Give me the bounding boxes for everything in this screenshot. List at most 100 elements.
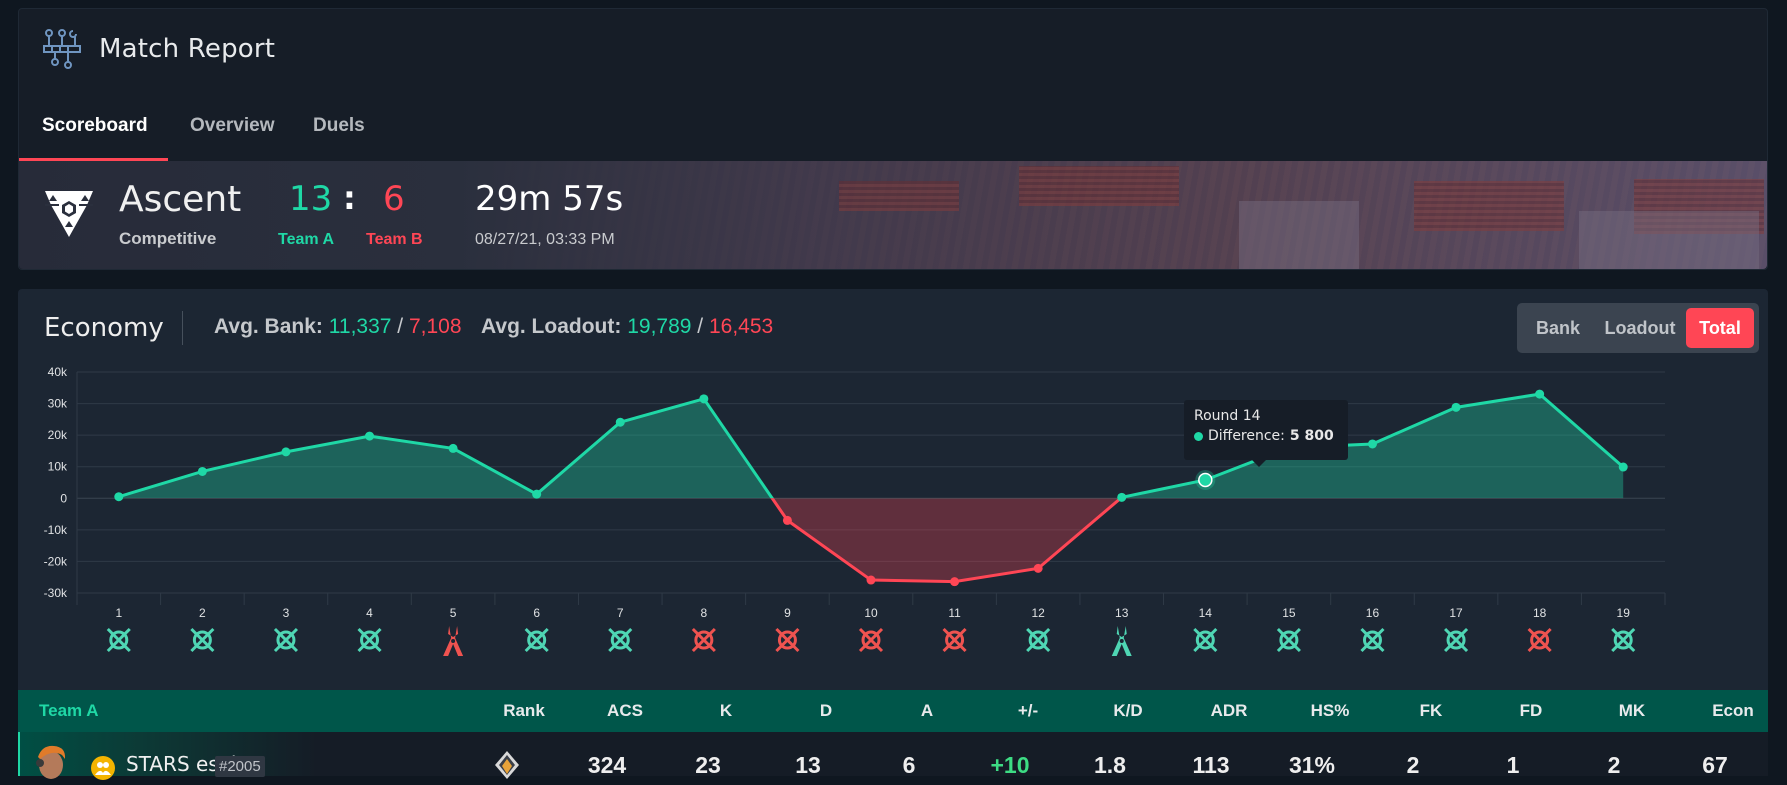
y-tick-label: 0	[60, 491, 67, 505]
data-point	[866, 575, 876, 585]
elimination-icon	[1193, 627, 1218, 653]
col-econ[interactable]: Econ	[1693, 701, 1773, 721]
data-point	[1033, 563, 1043, 573]
data-point	[448, 443, 458, 453]
x-tick-label: 10	[864, 606, 878, 620]
x-tick-label: 13	[1115, 606, 1129, 620]
col-acs[interactable]: ACS	[585, 701, 665, 721]
col-kills[interactable]: K	[686, 701, 766, 721]
col-kd[interactable]: K/D	[1088, 701, 1168, 721]
elimination-icon	[190, 627, 215, 653]
x-tick-label: 14	[1199, 606, 1213, 620]
data-point	[1198, 472, 1213, 488]
cell-deaths: 13	[795, 752, 821, 778]
elimination-icon	[1026, 627, 1051, 653]
col-plus-minus[interactable]: +/-	[988, 701, 1068, 721]
elimination-icon	[1443, 627, 1469, 653]
data-point	[365, 431, 375, 441]
elimination-icon	[775, 627, 800, 653]
elimination-icon	[273, 627, 299, 653]
cell-adr: 113	[1192, 752, 1230, 778]
data-point	[114, 492, 124, 502]
elimination-icon	[608, 627, 633, 653]
x-tick-label: 4	[366, 606, 373, 620]
col-assists[interactable]: A	[887, 701, 967, 721]
col-rank[interactable]: Rank	[484, 701, 564, 721]
tooltip-value: 5 800	[1289, 428, 1334, 444]
y-tick-label: -20k	[44, 554, 68, 568]
tooltip-title: Round 14	[1194, 408, 1261, 424]
tooltip-row: Difference: 5 800	[1194, 428, 1338, 444]
cell-fk: 2	[1406, 752, 1420, 778]
data-point	[281, 447, 291, 457]
scoreboard-header: Team A Rank ACS K D A +/- K/D ADR HS% FK…	[18, 690, 1768, 732]
x-tick-label: 19	[1617, 606, 1631, 620]
elimination-icon	[357, 627, 382, 653]
team-label: Team A	[39, 701, 99, 720]
x-tick-label: 18	[1533, 606, 1547, 620]
cell-kd: 1.8	[1094, 752, 1126, 778]
economy-chart: 40k30k20k10k0-10k-20k-30k 1 2 3 4 5 6 7 8 9 10 11 1…	[44, 365, 1666, 656]
col-hs[interactable]: HS%	[1290, 701, 1370, 721]
y-tick-label: 20k	[48, 428, 68, 442]
player-tag: #2005	[215, 756, 265, 777]
defuse-icon	[1111, 626, 1132, 656]
cell-plus-minus: +10	[990, 752, 1030, 778]
col-deaths[interactable]: D	[786, 701, 866, 721]
x-tick-label: 17	[1449, 606, 1463, 620]
data-point	[1535, 389, 1545, 399]
elimination-icon	[1611, 627, 1636, 653]
col-adr[interactable]: ADR	[1189, 701, 1269, 721]
x-tick-label: 8	[700, 606, 707, 620]
tooltip-label: Difference:	[1208, 428, 1285, 444]
icon-pivot	[1119, 639, 1124, 643]
cell-hs: 31%	[1288, 752, 1336, 778]
cell-mk: 2	[1607, 752, 1621, 778]
x-tick-label: 6	[533, 606, 540, 620]
col-fk[interactable]: FK	[1391, 701, 1471, 721]
defuse-icon	[443, 626, 464, 656]
elimination-icon	[1276, 627, 1301, 653]
x-tick-label: 3	[283, 606, 290, 620]
cell-acs: 324	[587, 752, 627, 778]
y-tick-label: 10k	[48, 460, 68, 474]
x-tick-label: 15	[1282, 606, 1296, 620]
data-point	[1618, 462, 1628, 472]
data-point	[532, 489, 542, 499]
icon-pivot	[451, 639, 456, 643]
data-point	[197, 466, 207, 476]
y-tick-label: -10k	[44, 523, 68, 537]
col-fd[interactable]: FD	[1491, 701, 1571, 721]
x-tick-label: 2	[199, 606, 206, 620]
x-tick-label: 1	[115, 606, 122, 620]
x-tick-label: 9	[784, 606, 791, 620]
series-dot-icon	[1194, 431, 1203, 441]
data-point	[1367, 439, 1377, 449]
agent-avatar	[36, 745, 66, 779]
y-tick-label: 30k	[48, 397, 68, 411]
elimination-icon	[1527, 627, 1552, 653]
x-tick-label: 11	[948, 606, 961, 620]
data-point	[699, 394, 709, 404]
x-tick-label: 12	[1031, 606, 1045, 620]
data-point	[782, 515, 792, 525]
elimination-icon	[106, 627, 131, 653]
elimination-icon	[858, 627, 884, 653]
cell-assists: 6	[902, 752, 916, 778]
data-point	[1451, 402, 1461, 412]
x-tick-label: 16	[1366, 606, 1380, 620]
table-row[interactable]: STARS esahc #2005 324 23 13 6 +10 1.8 11…	[18, 732, 1768, 780]
elimination-icon	[524, 627, 549, 653]
y-tick-label: 40k	[48, 365, 68, 379]
cell-kills: 23	[695, 752, 721, 778]
col-mk[interactable]: MK	[1592, 701, 1672, 721]
elimination-icon	[942, 627, 967, 653]
data-point	[950, 577, 960, 587]
cell-econ: 67	[1702, 752, 1728, 778]
cell-fd: 1	[1506, 752, 1520, 778]
data-point	[615, 417, 625, 427]
x-tick-label: 5	[450, 606, 457, 620]
tooltip-arrow	[1252, 460, 1266, 467]
elimination-icon	[691, 627, 716, 653]
y-tick-label: -30k	[44, 586, 68, 600]
